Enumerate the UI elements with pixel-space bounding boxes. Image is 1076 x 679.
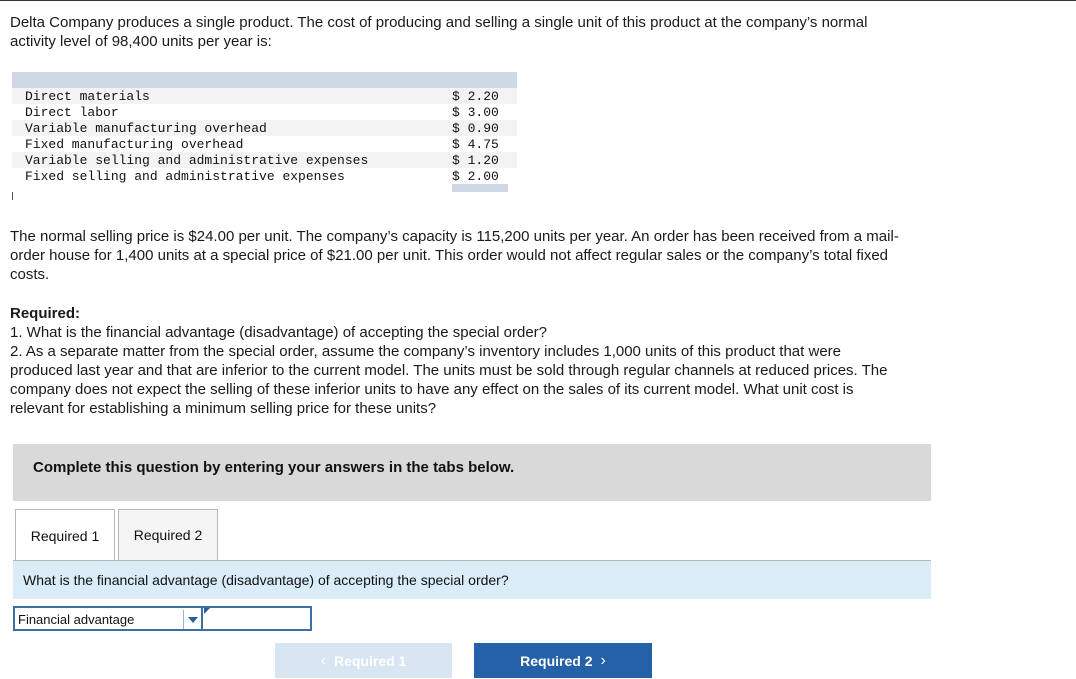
cost-row-value: $ 2.00 <box>452 168 499 184</box>
instructions-text: Complete this question by entering your … <box>33 459 515 476</box>
question-bar: What is the financial advantage (disadva… <box>13 561 931 599</box>
cost-table: Direct materials $ 2.20 Direct labor $ 3… <box>12 72 517 200</box>
advantage-select[interactable]: Financial advantage <box>13 606 203 631</box>
cost-row-value: $ 1.20 <box>452 152 499 168</box>
cost-table-total-bar <box>452 184 508 192</box>
cost-table-corner-mark <box>12 192 13 200</box>
selling-price-paragraph: The normal selling price is $24.00 per u… <box>10 227 1020 284</box>
selling-price-line-1: The normal selling price is $24.00 per u… <box>10 228 899 245</box>
instructions-panel: Complete this question by entering your … <box>13 444 931 501</box>
chevron-left-icon: ‹ <box>320 651 326 669</box>
problem-intro: Delta Company produces a single product.… <box>10 13 1010 51</box>
intro-line-1: Delta Company produces a single product.… <box>10 14 868 31</box>
required-question-2-line-2: produced last year and that are inferior… <box>10 362 888 379</box>
cost-row: Direct labor $ 3.00 <box>12 104 517 120</box>
cost-row-label: Variable selling and administrative expe… <box>25 152 369 168</box>
amount-input[interactable] <box>203 606 312 631</box>
cost-row-label: Direct materials <box>25 88 150 104</box>
tab-required-2[interactable]: Required 2 <box>118 509 218 560</box>
selling-price-line-2: order house for 1,400 units at a special… <box>10 247 889 264</box>
cost-row-label: Variable manufacturing overhead <box>25 120 267 136</box>
cost-table-footer <box>12 184 517 192</box>
selling-price-line-3: costs. <box>10 266 50 283</box>
next-required-label: Required 2 <box>520 652 593 669</box>
cost-row-value: $ 0.90 <box>452 120 499 136</box>
cost-row-label: Fixed manufacturing overhead <box>25 136 244 152</box>
question-text: What is the financial advantage (disadva… <box>23 572 509 588</box>
required-question-2-line-1: 2. As a separate matter from the special… <box>10 343 841 360</box>
required-heading: Required: <box>10 305 81 322</box>
tab-required-2-label: Required 2 <box>133 527 203 543</box>
top-divider <box>0 0 1076 1</box>
next-required-button[interactable]: Required 2 › <box>474 643 652 678</box>
tab-required-1-label: Required 1 <box>30 527 100 544</box>
previous-required-label: Required 1 <box>333 652 407 669</box>
required-section: Required: 1. What is the financial advan… <box>10 304 1020 418</box>
cost-row-value: $ 2.20 <box>452 88 499 104</box>
previous-required-button[interactable]: ‹ Required 1 <box>275 643 452 678</box>
cost-table-body: Direct materials $ 2.20 Direct labor $ 3… <box>12 88 517 184</box>
cost-row: Fixed selling and administrative expense… <box>12 168 517 184</box>
tab-required-1[interactable]: Required 1 <box>15 509 115 561</box>
cost-row-label: Direct labor <box>25 104 119 120</box>
cost-row: Variable manufacturing overhead $ 0.90 <box>12 120 517 136</box>
cost-row: Variable selling and administrative expe… <box>12 152 517 168</box>
chevron-down-icon[interactable] <box>183 610 202 629</box>
intro-line-2: activity level of 98,400 units per year … <box>10 33 272 50</box>
cost-row-value: $ 4.75 <box>452 136 499 152</box>
required-question-2-line-3: company does not expect the selling of t… <box>10 381 854 398</box>
cost-row-label: Fixed selling and administrative expense… <box>25 168 345 184</box>
cost-row: Fixed manufacturing overhead $ 4.75 <box>12 136 517 152</box>
chevron-right-icon: › <box>600 651 606 669</box>
required-question-1: 1. What is the financial advantage (disa… <box>10 324 547 341</box>
advantage-select-value: Financial advantage <box>18 612 135 627</box>
cost-row-value: $ 3.00 <box>452 104 499 120</box>
cost-table-header-bar <box>12 72 517 88</box>
required-question-2-line-4: relevant for establishing a minimum sell… <box>10 400 437 417</box>
cost-row: Direct materials $ 2.20 <box>12 88 517 104</box>
input-flag-icon <box>204 608 210 614</box>
cost-table-footer-spacer <box>12 184 452 192</box>
